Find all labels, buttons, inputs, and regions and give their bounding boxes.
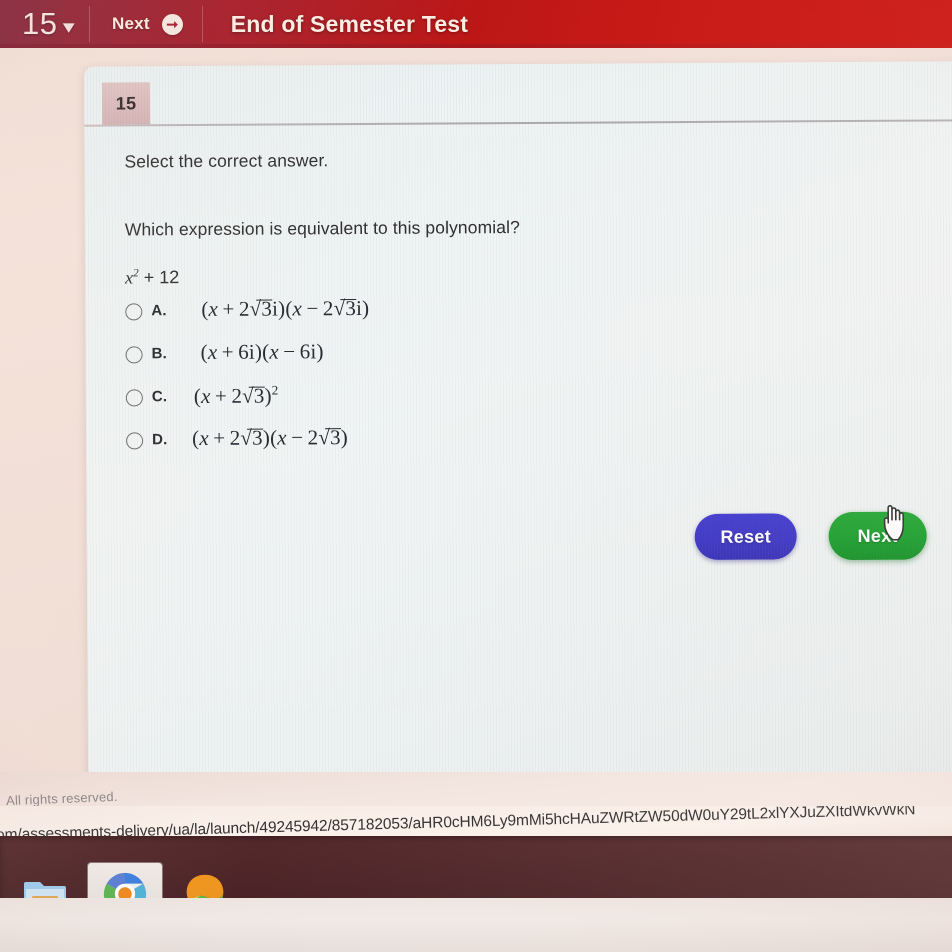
question-tab-label: 15 <box>115 92 137 114</box>
instruction-text: Select the correct answer. <box>124 150 329 172</box>
tab-divider <box>84 119 952 127</box>
question-text: Which expression is equivalent to this p… <box>124 216 520 240</box>
radio-button-c[interactable] <box>125 389 143 407</box>
page-title: End of Semester Test <box>230 10 469 37</box>
option-expression-a: (x + 2√ 3i)(x − 2√ 3i) <box>201 295 370 321</box>
option-letter-b: B. <box>151 345 168 363</box>
question-tab[interactable]: 15 <box>101 82 151 125</box>
option-letter-a: A. <box>151 302 167 320</box>
option-letter-c: C. <box>151 388 168 406</box>
question-number-dropdown[interactable]: 15 ▾ <box>0 0 91 48</box>
radio-button-b[interactable] <box>125 346 143 364</box>
question-number-label: 15 <box>22 6 58 41</box>
test-title-container: End of Semester Test <box>203 0 492 48</box>
question-card: 15 Select the correct answer. Which expr… <box>83 61 952 781</box>
option-row[interactable]: A. (x + 2√ 3i)(x − 2√ 3i) <box>125 294 925 342</box>
reset-button[interactable]: Reset <box>694 513 797 560</box>
option-expression-d: (x + 2√ 3)(x − 2√ 3) <box>192 425 349 451</box>
question-tab-strip: 15 <box>84 77 952 127</box>
assessment-top-bar: 15 ▾ Next ➞ End of Semester Test <box>0 0 952 48</box>
option-row[interactable]: B. (x + 6i)(x − 6i) <box>125 337 926 385</box>
action-button-row: Reset Next <box>87 505 952 564</box>
polynomial-rest: + 12 <box>143 267 180 288</box>
arrow-right-circle-icon: ➞ <box>161 13 183 35</box>
desk-surface <box>0 898 952 952</box>
polynomial-expression: x2 + 12 <box>125 263 925 289</box>
option-row[interactable]: C. (x + 2√ 3)2 <box>125 380 926 428</box>
answer-options: A. (x + 2√ 3i)(x − 2√ 3i) B. (x + 6i)(x − … <box>85 293 952 470</box>
chevron-down-icon: ▾ <box>63 16 76 38</box>
next-button-label: Next <box>112 14 150 33</box>
polynomial-variable: x <box>125 267 134 288</box>
option-expression-b: (x + 6i)(x − 6i) <box>200 339 324 364</box>
question-body: Select the correct answer. Which express… <box>84 131 952 289</box>
next-button-label: Next <box>857 525 898 546</box>
option-row[interactable]: D. (x + 2√ 3)(x − 2√ 3) <box>126 423 926 471</box>
next-button[interactable]: Next <box>828 505 927 561</box>
radio-button-d[interactable] <box>126 432 144 450</box>
screen-photo: 15 ▾ Next ➞ End of Semester Test 15 Sele… <box>0 0 952 952</box>
next-question-button[interactable]: Next ➞ <box>90 0 203 48</box>
radio-button-a[interactable] <box>125 303 143 321</box>
option-expression-c: (x + 2√ 3)2 <box>193 382 279 409</box>
